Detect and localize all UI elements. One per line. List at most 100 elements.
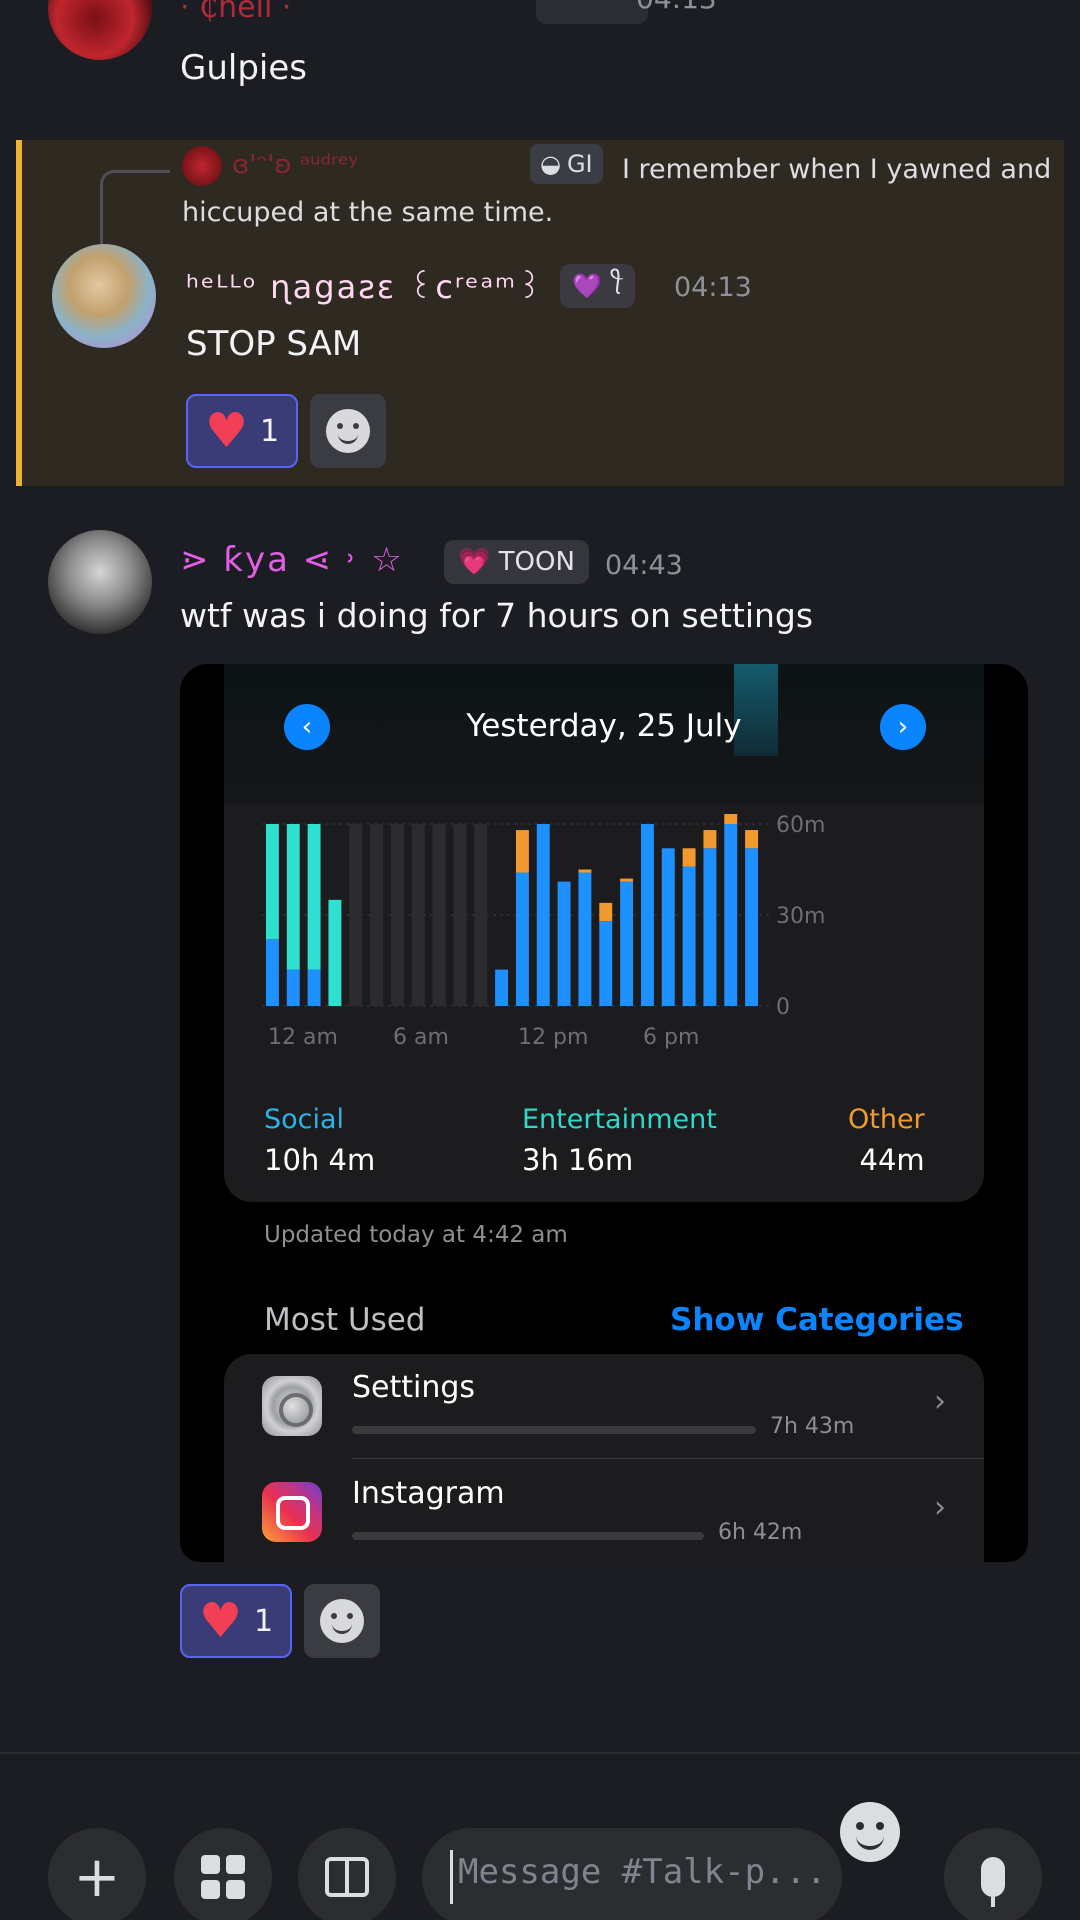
settings-icon: [262, 1376, 322, 1436]
empty-hour-bar: [349, 824, 363, 1006]
bar-other: [578, 869, 592, 873]
avatar[interactable]: [48, 0, 152, 60]
avatar[interactable]: [52, 244, 156, 348]
smiley-icon: [320, 1599, 364, 1643]
bar-social: [515, 872, 529, 1006]
reply-tag-label: GI: [566, 150, 593, 178]
add-reaction-button[interactable]: [304, 1584, 380, 1658]
bar-social: [265, 939, 279, 1006]
empty-hour-bar: [370, 824, 384, 1006]
empty-hour-bar: [390, 824, 404, 1006]
bar-other: [515, 830, 529, 873]
usage-time: 7h 43m: [770, 1414, 855, 1439]
bar-other: [599, 902, 613, 922]
bar-other: [724, 814, 738, 824]
reply-connector: [100, 170, 170, 254]
bar-social: [599, 921, 613, 1006]
highlighted-message[interactable]: I remember when I yawned and hiccuped at…: [16, 140, 1064, 486]
reply-avatar: [182, 146, 222, 186]
bar-entertainment: [328, 899, 342, 1006]
bar-social: [557, 881, 571, 1006]
empty-hour-bar: [411, 824, 425, 1006]
bar-social: [661, 848, 675, 1006]
heart-reaction[interactable]: ♥ 1: [186, 394, 298, 468]
legend-entertainment: Entertainment 3h 16m: [522, 1104, 717, 1177]
avatar[interactable]: [48, 530, 152, 634]
guild-icon: ◒: [540, 150, 561, 178]
usage-time: 6h 42m: [718, 1520, 803, 1545]
message-input[interactable]: Message #Talk-p...: [422, 1828, 842, 1920]
divider: [352, 1458, 984, 1459]
plus-icon: +: [73, 1844, 121, 1910]
gift-button[interactable]: [298, 1828, 396, 1920]
hourly-usage-chart: 60m 30m 0 12 am 6 am 12 pm 6 pm: [262, 814, 825, 1050]
add-reaction-button[interactable]: [310, 394, 386, 468]
bar-social: [578, 872, 592, 1006]
chevron-right-icon: ›: [934, 1384, 946, 1419]
legend-label: Other: [848, 1104, 925, 1135]
bar-entertainment: [286, 824, 300, 970]
bar-entertainment: [307, 824, 321, 970]
legend-value: 44m: [859, 1143, 925, 1177]
bar-social: [745, 848, 759, 1006]
message-placeholder: Message #Talk-p...: [458, 1852, 827, 1892]
bar-other: [682, 848, 696, 867]
x-tick-label: 12 am: [268, 1025, 338, 1050]
empty-hour-bar: [474, 824, 488, 1006]
username[interactable]: ⋗ ƙya ⋖ ˒ ☆: [180, 540, 404, 580]
bar-social: [640, 824, 654, 1006]
reaction-count: 1: [259, 413, 280, 449]
message-text: Gulpies: [180, 48, 308, 88]
list-item: Instagram 6h 42m ›: [224, 1460, 984, 1562]
username[interactable]: ʰᵉᴸᴸᵒ ɳagaƨɛ ꒰cʳᵉᵃᵐ꒱: [186, 264, 544, 306]
timestamp: 04:43: [605, 550, 683, 581]
gift-icon: [325, 1857, 369, 1897]
legend-label: Entertainment: [522, 1104, 717, 1135]
bar-social: [682, 866, 696, 1006]
image-attachment[interactable]: ‹ Yesterday, 25 July › 60m 30m 0 12 am 6 am 1…: [180, 664, 1028, 1562]
app-name: Instagram: [352, 1476, 505, 1511]
empty-hour-bar: [432, 824, 446, 1006]
x-tick-label: 6 am: [393, 1025, 449, 1050]
empty-hour-bar: [453, 824, 467, 1006]
legend-social: Social 10h 4m: [264, 1104, 375, 1177]
message-composer: + Message #Talk-p...: [0, 1754, 1080, 1920]
username[interactable]: · ₵hell ·: [180, 0, 291, 25]
heart-reaction[interactable]: ♥ 1: [180, 1584, 292, 1658]
bar-social: [536, 824, 550, 1006]
guild-tag: 💜 ꪻ: [560, 264, 636, 308]
date-title: Yesterday, 25 July: [466, 708, 742, 744]
bar-other: [745, 830, 759, 849]
reaction-count: 1: [253, 1603, 274, 1639]
x-tick-label: 12 pm: [518, 1025, 588, 1050]
x-tick-label: 6 pm: [643, 1025, 699, 1050]
screen-time-card: ‹ Yesterday, 25 July › 60m 30m 0 12 am 6 am 1…: [224, 664, 984, 1202]
bar-other: [620, 878, 634, 882]
bar-social: [620, 881, 634, 1006]
bar-social: [307, 969, 321, 1006]
text-caret: [450, 1850, 453, 1904]
y-tick-label: 60m: [776, 814, 825, 838]
bar-social: [286, 969, 300, 1006]
message-top: · ₵hell · 04:13 Gulpies: [0, 0, 1080, 136]
guild-tag: [536, 0, 648, 24]
reply-username[interactable]: ɞ'ᵔ'ʚ ᵃᵘᵈʳᵉʸ: [232, 150, 358, 180]
bar-entertainment: [265, 824, 279, 940]
bar-social: [495, 969, 509, 1006]
legend-value: 3h 16m: [522, 1143, 634, 1177]
emoji-button[interactable]: [840, 1802, 900, 1862]
apps-icon: [201, 1855, 245, 1899]
smiley-icon: [326, 409, 370, 453]
apps-button[interactable]: [174, 1828, 272, 1920]
legend-other: Other 44m: [848, 1104, 925, 1177]
updated-text: Updated today at 4:42 am: [264, 1222, 568, 1248]
add-attachment-button[interactable]: +: [48, 1828, 146, 1920]
usage-bar: [352, 1532, 704, 1540]
usage-bar: [352, 1426, 756, 1434]
message-text: wtf was i doing for 7 hours on settings: [180, 596, 814, 635]
instagram-icon: [262, 1482, 322, 1542]
voice-message-button[interactable]: [944, 1828, 1042, 1920]
y-tick-label: 0: [776, 995, 790, 1020]
timestamp: 04:13: [636, 0, 717, 15]
legend-value: 10h 4m: [264, 1143, 376, 1177]
